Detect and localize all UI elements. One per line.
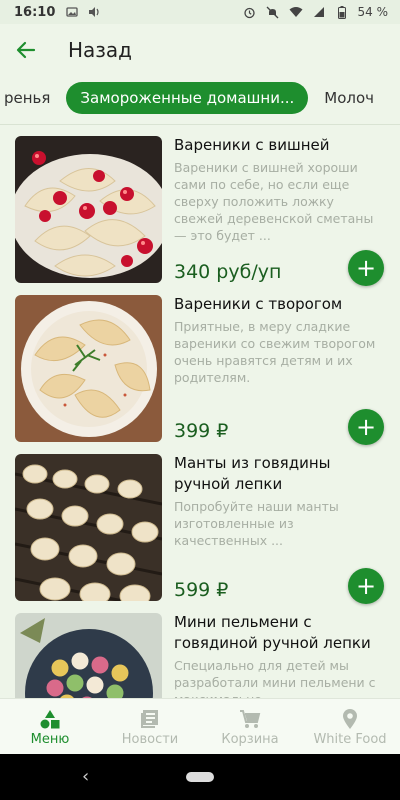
system-back-icon[interactable]: ‹ xyxy=(82,766,89,787)
product-price: 599 ₽ xyxy=(174,579,229,601)
nav-item-cart[interactable]: Корзина xyxy=(200,699,300,755)
category-tabs: ренья Замороженные домашни... Молоч xyxy=(0,80,400,116)
nav-item-white-food[interactable]: White Food xyxy=(300,699,400,755)
category-tab-next[interactable]: Молоч xyxy=(314,89,384,107)
product-price: 399 ₽ xyxy=(174,420,229,442)
system-navigation-bar: ‹ xyxy=(0,754,400,800)
product-description: Приятные, в меру сладкие вареники со све… xyxy=(174,319,376,385)
product-image-manty xyxy=(15,454,162,601)
status-time: 16:10 xyxy=(14,4,56,20)
product-list: Вареники с вишней Вареники с вишней хоро… xyxy=(0,124,400,699)
alarm-icon xyxy=(243,5,257,19)
mute-icon xyxy=(266,5,280,19)
add-to-cart-button[interactable]: + xyxy=(348,409,384,445)
plus-icon: + xyxy=(355,413,377,441)
product-title: Вареники с творогом xyxy=(174,295,343,313)
nav-label: Корзина xyxy=(221,731,279,747)
add-to-cart-button[interactable]: + xyxy=(348,568,384,604)
plus-icon: + xyxy=(355,572,377,600)
battery-percent: 54 % xyxy=(357,5,389,19)
news-icon xyxy=(140,708,160,730)
product-card[interactable]: Манты из говядины ручной лепки Попробуйт… xyxy=(0,443,400,604)
volume-icon xyxy=(87,5,101,19)
status-bar: 16:10 54 % xyxy=(0,0,400,24)
add-to-cart-button[interactable]: + xyxy=(348,250,384,286)
product-price: 340 руб/уп xyxy=(174,261,282,283)
product-card[interactable]: Вареники с творогом Приятные, в меру сла… xyxy=(0,284,400,445)
product-title: Манты из говядины ручной лепки xyxy=(174,454,331,493)
product-card[interactable]: Мини пельмени с говядиной ручной лепки С… xyxy=(0,602,400,699)
product-title: Мини пельмени с говядиной ручной лепки xyxy=(174,613,371,652)
photo-icon xyxy=(65,5,79,19)
product-image-vareniki-cherry xyxy=(15,136,162,283)
nav-item-news[interactable]: Новости xyxy=(100,699,200,755)
nav-item-menu[interactable]: Меню xyxy=(0,699,100,755)
nav-label: Меню xyxy=(30,731,70,747)
nav-label: Новости xyxy=(121,731,179,747)
product-description: Вареники с вишней хороши сами по себе, н… xyxy=(174,160,374,243)
product-description: Специально для детей мы разработали мини… xyxy=(174,658,376,699)
product-card[interactable]: Вареники с вишней Вареники с вишней хоро… xyxy=(0,125,400,286)
product-image-vareniki-tvorog xyxy=(15,295,162,442)
app-bar: Назад xyxy=(0,24,400,76)
back-button[interactable] xyxy=(0,24,52,76)
system-home-button[interactable] xyxy=(186,772,214,782)
page-title: Назад xyxy=(68,38,133,62)
category-tab-active[interactable]: Замороженные домашни... xyxy=(66,82,309,114)
signal-icon xyxy=(312,5,326,19)
wifi-icon xyxy=(289,5,303,19)
shapes-icon xyxy=(39,708,61,730)
location-icon xyxy=(342,708,358,730)
product-description: Попробуйте наши манты изготовленные из к… xyxy=(174,499,339,548)
battery-icon xyxy=(335,5,349,19)
cart-icon xyxy=(239,708,261,730)
nav-label: White Food xyxy=(313,731,387,747)
plus-icon: + xyxy=(355,254,377,282)
product-title: Вареники с вишней xyxy=(174,136,330,154)
product-image-mini-pelmeni xyxy=(15,613,162,699)
arrow-back-icon xyxy=(16,41,36,59)
bottom-navigation: Меню Новости Корзина White Food xyxy=(0,698,400,755)
category-tab-previous[interactable]: ренья xyxy=(0,89,60,107)
